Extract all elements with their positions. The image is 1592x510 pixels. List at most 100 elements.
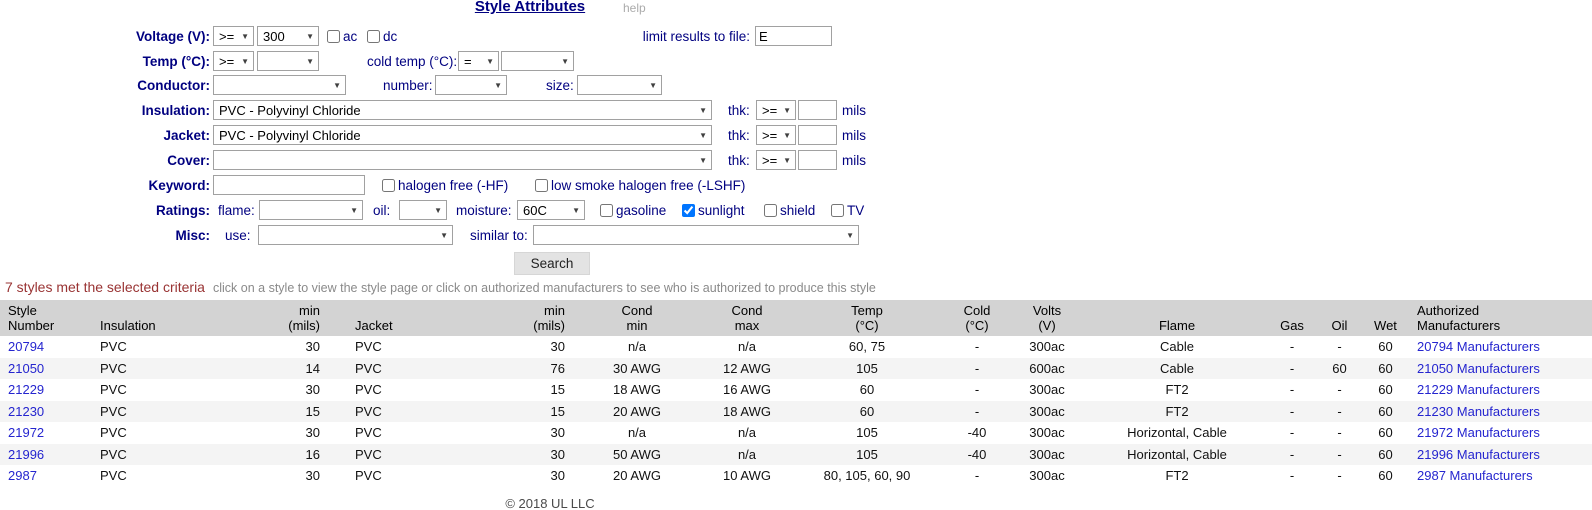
- cell-temp-c: 60: [787, 379, 947, 401]
- ac-label: ac: [343, 26, 357, 47]
- ratings-label: Ratings:: [0, 200, 210, 221]
- ac-checkbox[interactable]: [327, 30, 340, 43]
- cell-gas: -: [1267, 379, 1317, 401]
- dc-checkbox[interactable]: [367, 30, 380, 43]
- use-select[interactable]: ▼: [258, 225, 453, 245]
- flame-select[interactable]: ▼: [259, 200, 363, 220]
- cold-temp-op-select[interactable]: =▼: [458, 51, 499, 71]
- jacket-thk-op-select[interactable]: >=▼: [756, 125, 796, 145]
- dropdown-arrow-icon: ▼: [440, 231, 448, 240]
- cell-wet: 60: [1362, 379, 1409, 401]
- jacket-select[interactable]: PVC - Polyvinyl Chloride▼: [213, 125, 712, 145]
- halogen-free-checkbox[interactable]: [382, 179, 395, 192]
- manufacturers-link[interactable]: 21050 Manufacturers: [1417, 361, 1540, 376]
- insulation-select[interactable]: PVC - Polyvinyl Chloride▼: [213, 100, 712, 120]
- cell-insulation-min-mils: 30: [250, 422, 322, 444]
- ratings-row: Ratings: flame: ▼ oil: ▼ moisture: 60C▼ …: [0, 200, 1592, 222]
- manufacturers-link[interactable]: 21996 Manufacturers: [1417, 447, 1540, 462]
- search-button[interactable]: Search: [514, 252, 590, 275]
- cell-temp-c: 60, 75: [787, 336, 947, 358]
- style-number-link[interactable]: 20794: [8, 339, 44, 354]
- column-header-oil: Oil: [1317, 300, 1362, 336]
- cell-cond-max: n/a: [707, 444, 787, 466]
- cell-authorized-manufacturers: 20794 Manufacturers: [1409, 336, 1592, 358]
- cell-cold-c: -40: [947, 422, 1007, 444]
- insulation-thk-op-select[interactable]: >=▼: [756, 100, 796, 120]
- conductor-row: Conductor: ▼ number: ▼ size: ▼: [0, 75, 1592, 97]
- cell-temp-c: 60: [787, 401, 947, 423]
- tv-label: TV: [847, 200, 864, 221]
- cell-jacket: PVC: [322, 358, 505, 380]
- voltage-op-select[interactable]: >=▼: [213, 26, 254, 46]
- jacket-thk-input[interactable]: [798, 125, 837, 145]
- halogen-free-label: halogen free (-HF): [398, 175, 508, 196]
- cover-select[interactable]: ▼: [213, 150, 712, 170]
- cell-volts: 300ac: [1007, 401, 1087, 423]
- cell-cond-max: 18 AWG: [707, 401, 787, 423]
- cover-thk-label: thk:: [728, 150, 750, 171]
- conductor-size-select[interactable]: ▼: [577, 75, 662, 95]
- cell-authorized-manufacturers: 2987 Manufacturers: [1409, 465, 1592, 487]
- dropdown-arrow-icon: ▼: [561, 57, 569, 66]
- low-smoke-halogen-free-checkbox[interactable]: [535, 179, 548, 192]
- dc-label: dc: [383, 26, 397, 47]
- results-table: StyleNumberInsulationmin(mils)Jacketmin(…: [0, 300, 1592, 487]
- gasoline-checkbox[interactable]: [600, 204, 613, 217]
- style-number-link[interactable]: 21050: [8, 361, 44, 376]
- style-number-link[interactable]: 21972: [8, 425, 44, 440]
- conductor-number-select[interactable]: ▼: [435, 75, 507, 95]
- cell-cond-min: 50 AWG: [567, 444, 707, 466]
- voltage-value-select[interactable]: 300▼: [257, 26, 319, 46]
- cell-cold-c: -: [947, 401, 1007, 423]
- keyword-input[interactable]: [213, 175, 365, 195]
- manufacturers-link[interactable]: 21230 Manufacturers: [1417, 404, 1540, 419]
- sunlight-checkbox[interactable]: [682, 204, 695, 217]
- limit-results-input[interactable]: [755, 26, 832, 46]
- cold-temp-label: cold temp (°C):: [367, 51, 457, 72]
- table-row: 21230PVC15PVC1520 AWG18 AWG60-300acFT2--…: [0, 401, 1592, 423]
- similar-to-select[interactable]: ▼: [533, 225, 859, 245]
- style-number-link[interactable]: 21996: [8, 447, 44, 462]
- cell-insulation: PVC: [95, 422, 250, 444]
- manufacturers-link[interactable]: 21229 Manufacturers: [1417, 382, 1540, 397]
- cell-temp-c: 105: [787, 358, 947, 380]
- conductor-size-label: size:: [546, 75, 574, 96]
- cold-temp-value-select[interactable]: ▼: [501, 51, 574, 71]
- cell-style-number: 21229: [0, 379, 95, 401]
- style-number-link[interactable]: 21230: [8, 404, 44, 419]
- cell-gas: -: [1267, 358, 1317, 380]
- dropdown-arrow-icon: ▼: [241, 57, 249, 66]
- temp-value-select[interactable]: ▼: [257, 51, 319, 71]
- shield-checkbox[interactable]: [764, 204, 777, 217]
- tv-checkbox[interactable]: [831, 204, 844, 217]
- manufacturers-link[interactable]: 2987 Manufacturers: [1417, 468, 1533, 483]
- dropdown-arrow-icon: ▼: [306, 57, 314, 66]
- table-row: 21972PVC30PVC30n/an/a105-40300acHorizont…: [0, 422, 1592, 444]
- manufacturers-link[interactable]: 21972 Manufacturers: [1417, 425, 1540, 440]
- cell-cold-c: -40: [947, 444, 1007, 466]
- cover-thk-input[interactable]: [798, 150, 837, 170]
- cell-cond-min: 30 AWG: [567, 358, 707, 380]
- table-row: 21229PVC30PVC1518 AWG16 AWG60-300acFT2--…: [0, 379, 1592, 401]
- cell-jacket: PVC: [322, 422, 505, 444]
- conductor-select[interactable]: ▼: [213, 75, 346, 95]
- style-number-link[interactable]: 2987: [8, 468, 37, 483]
- help-link[interactable]: help: [623, 1, 646, 15]
- oil-select[interactable]: ▼: [399, 200, 447, 220]
- cell-flame: FT2: [1087, 379, 1267, 401]
- cell-cond-min: 20 AWG: [567, 465, 707, 487]
- style-attributes-title-link[interactable]: Style Attributes: [475, 0, 585, 15]
- moisture-select[interactable]: 60C▼: [517, 200, 585, 220]
- temp-label: Temp (°C):: [0, 51, 210, 72]
- insulation-thk-input[interactable]: [798, 100, 837, 120]
- cell-insulation-min-mils: 30: [250, 465, 322, 487]
- cell-flame: FT2: [1087, 401, 1267, 423]
- temp-op-select[interactable]: >=▼: [213, 51, 254, 71]
- dropdown-arrow-icon: ▼: [306, 32, 314, 41]
- cover-mils-label: mils: [842, 150, 866, 171]
- manufacturers-link[interactable]: 20794 Manufacturers: [1417, 339, 1540, 354]
- conductor-number-label: number:: [383, 75, 433, 96]
- cover-thk-op-select[interactable]: >=▼: [756, 150, 796, 170]
- cell-insulation: PVC: [95, 358, 250, 380]
- style-number-link[interactable]: 21229: [8, 382, 44, 397]
